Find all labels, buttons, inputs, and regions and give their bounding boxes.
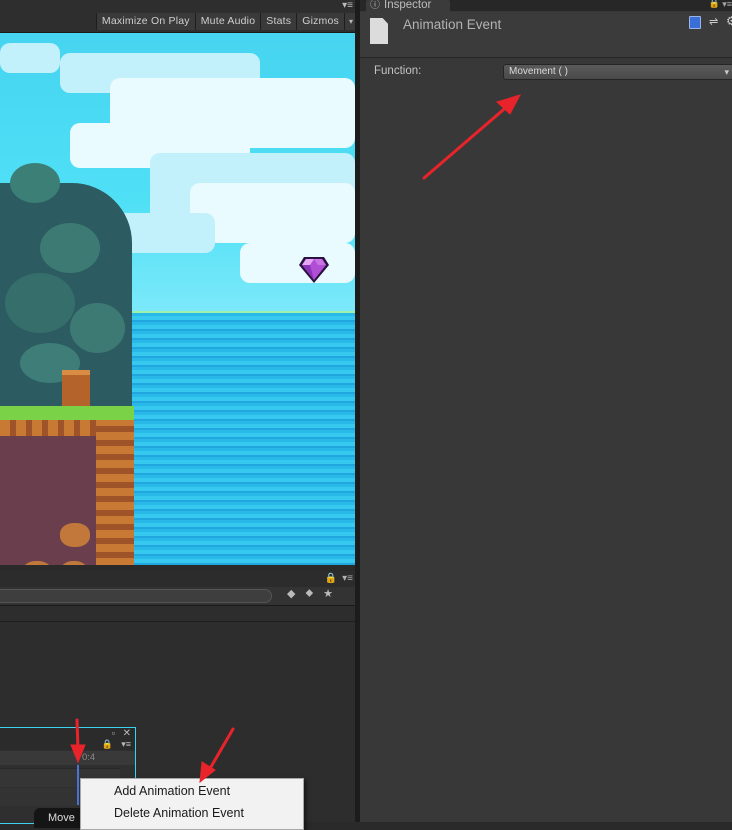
game-view-toolbar: ▾≡ Maximize On Play Mute Audio Stats Giz… bbox=[0, 0, 357, 33]
lock-icon[interactable]: 🔒 bbox=[325, 573, 337, 584]
grass-top bbox=[0, 406, 134, 420]
inspector-header: Animation Event ⇌ ⚙ bbox=[360, 12, 732, 58]
timeline-time-label: 0:4 bbox=[82, 752, 96, 763]
delete-animation-event-menu-item[interactable]: Delete Animation Event bbox=[114, 806, 244, 820]
lock-icon[interactable]: 🔒 bbox=[102, 739, 113, 750]
game-toolbar-buttons: Maximize On Play Mute Audio Stats Gizmos… bbox=[95, 13, 357, 30]
game-view-scene bbox=[0, 33, 355, 565]
star-icon[interactable]: ★ bbox=[323, 587, 333, 600]
gem-icon bbox=[299, 257, 329, 283]
function-dropdown[interactable]: Movement ( ) ▾ bbox=[503, 64, 732, 80]
gizmos-button[interactable]: Gizmos bbox=[296, 13, 344, 30]
filter-type-icon[interactable]: ◆ bbox=[287, 587, 295, 600]
chevron-down-icon: ▾ bbox=[724, 67, 729, 77]
gear-icon[interactable]: ⚙ bbox=[726, 14, 732, 28]
timeline-playhead[interactable] bbox=[77, 765, 79, 805]
inspector-title: Animation Event bbox=[403, 17, 502, 32]
panel-menu-icon[interactable]: ▾≡ bbox=[121, 739, 131, 750]
project-panel-header: 🔒 ▾≡ bbox=[0, 571, 357, 587]
search-input[interactable] bbox=[0, 589, 272, 603]
ground-edge bbox=[96, 418, 134, 565]
maximize-on-play-button[interactable]: Maximize On Play bbox=[95, 13, 195, 30]
mute-audio-button[interactable]: Mute Audio bbox=[194, 13, 261, 30]
animation-window-header: ▫ ✕ 🔒 ▾≡ bbox=[0, 728, 135, 750]
info-icon: ⓘ bbox=[370, 0, 380, 11]
panel-menu-icon[interactable]: ▾≡ bbox=[722, 0, 732, 10]
preset-settings-icon[interactable]: ⇌ bbox=[709, 15, 718, 28]
stats-button[interactable]: Stats bbox=[260, 13, 297, 30]
search-filter-icons: ◆ ⬥ ★ bbox=[287, 587, 333, 600]
tag-icon[interactable]: ⬥ bbox=[305, 587, 313, 600]
function-dropdown-value: Movement ( ) bbox=[509, 66, 568, 77]
tab-inspector-label: Inspector bbox=[384, 0, 432, 11]
context-menu: Add Animation Event Delete Animation Eve… bbox=[80, 778, 304, 830]
lock-icon[interactable]: 🔒 bbox=[709, 0, 720, 9]
inspector-panel: ⓘ Inspector 🔒 ▾≡ Animation Event ⇌ ⚙ Func… bbox=[360, 0, 732, 822]
inspector-tabbar: ⓘ Inspector 🔒 ▾≡ bbox=[360, 0, 732, 14]
document-icon bbox=[370, 18, 388, 44]
timeline-ruler[interactable]: 0:4 bbox=[0, 751, 135, 765]
function-label: Function: bbox=[374, 65, 422, 77]
maximize-icon[interactable]: ▫ bbox=[112, 728, 115, 738]
panel-menu-icon[interactable]: ▾≡ bbox=[342, 573, 353, 584]
help-book-icon[interactable] bbox=[689, 16, 701, 29]
project-search-bar: ◆ ⬥ ★ bbox=[0, 587, 357, 606]
close-icon[interactable]: ✕ bbox=[123, 728, 131, 739]
panel-menu-icon[interactable]: ▾≡ bbox=[342, 0, 353, 11]
divider bbox=[0, 621, 357, 622]
add-animation-event-menu-item[interactable]: Add Animation Event bbox=[114, 784, 230, 798]
sea-water bbox=[132, 313, 355, 565]
